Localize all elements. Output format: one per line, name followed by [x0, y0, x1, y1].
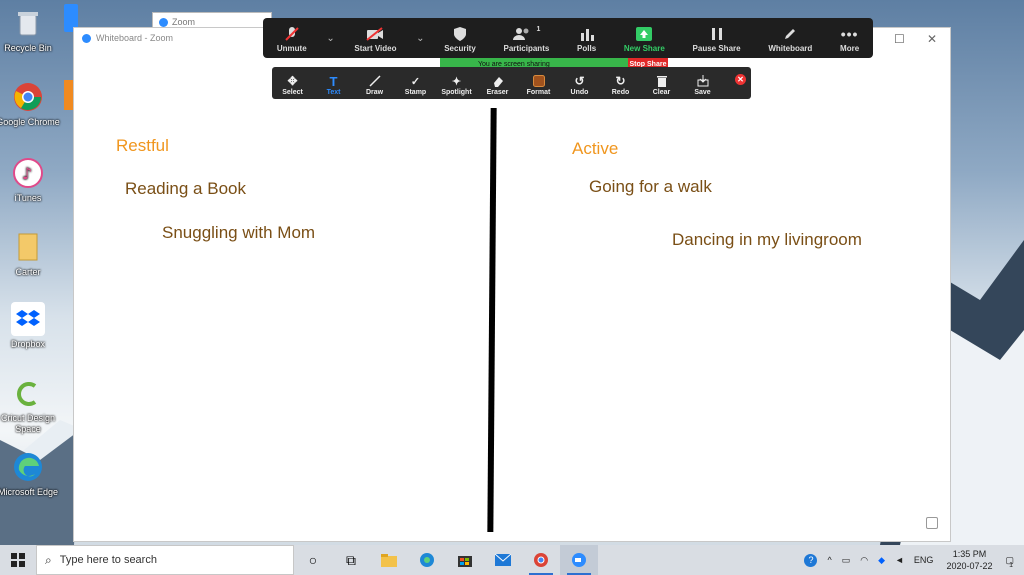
window-title: Whiteboard - Zoom [82, 33, 173, 43]
zoom-icon [159, 17, 168, 27]
zoom-taskbar-icon[interactable] [560, 545, 598, 575]
whiteboard-window[interactable]: Whiteboard - Zoom ☐ ✕ Restful Reading a … [74, 28, 950, 541]
zoom-icon [82, 33, 91, 43]
chevron-down-icon[interactable]: ⌄ [410, 18, 430, 58]
undo-icon: ↺ [574, 74, 585, 88]
stamp-check-icon: ✓ [410, 75, 421, 88]
whiteboard-button[interactable]: Whiteboard [754, 18, 826, 58]
left-heading[interactable]: Restful [116, 136, 169, 156]
undo-tool[interactable]: ↺ Undo [559, 67, 600, 99]
notification-icon[interactable]: ▢ 1 [1005, 555, 1014, 569]
search-icon: ⌕ [45, 552, 52, 567]
taskbar: ⌕ Type here to search ○ ⧉ ? ^ ▭ ◠ ◆ ◄ EN… [0, 545, 1024, 575]
format-tool[interactable]: Format [518, 67, 559, 99]
polls-icon [580, 25, 594, 43]
more-icon: ••• [840, 26, 859, 42]
help-icon[interactable]: ? [804, 553, 818, 567]
select-tool[interactable]: ✥ Select [272, 67, 313, 99]
chevron-up-icon[interactable]: ^ [827, 555, 831, 565]
chrome-taskbar-icon[interactable] [522, 545, 560, 575]
video-off-icon [366, 25, 384, 43]
dropbox-tray-icon[interactable]: ◆ [878, 555, 885, 566]
meeting-toolbar: Unmute ⌄ Start Video ⌄ Security 1 Partic… [263, 18, 873, 58]
polls-button[interactable]: Polls [563, 18, 610, 58]
pause-icon [711, 25, 723, 43]
draw-tool[interactable]: Draw [354, 67, 395, 99]
cortana-icon[interactable]: ○ [294, 545, 332, 575]
eraser-tool[interactable]: Eraser [477, 67, 518, 99]
format-icon [532, 73, 545, 89]
more-button[interactable]: ••• More [826, 18, 873, 58]
folder-icon [11, 230, 45, 264]
left-item-2[interactable]: Snuggling with Mom [162, 223, 315, 243]
clock[interactable]: 1:35 PM 2020-07-22 [946, 548, 992, 572]
eraser-icon [492, 73, 504, 89]
move-icon: ✥ [287, 74, 298, 88]
new-share-button[interactable]: New Share [610, 18, 679, 58]
close-button[interactable]: ✕ [927, 32, 937, 46]
right-item-2[interactable]: Dancing in my livingroom [672, 230, 862, 250]
right-heading[interactable]: Active [572, 139, 618, 159]
maximize-button[interactable]: ☐ [894, 32, 905, 46]
start-video-button[interactable]: Start Video [341, 18, 411, 58]
svg-text:♪: ♪ [22, 164, 32, 183]
shield-icon [453, 25, 467, 43]
desktop-icon-dropbox[interactable]: Dropbox [0, 302, 60, 350]
unmute-button[interactable]: Unmute [263, 18, 321, 58]
clear-tool[interactable]: Clear [641, 67, 682, 99]
participants-button[interactable]: 1 Participants [490, 18, 564, 58]
edge-taskbar-icon[interactable] [408, 545, 446, 575]
pen-icon [783, 25, 797, 43]
divider-line [487, 107, 497, 533]
chevron-down-icon[interactable]: ⌄ [321, 18, 341, 58]
stamp-tool[interactable]: ✓ Stamp [395, 67, 436, 99]
itunes-icon: ♪ [11, 156, 45, 190]
security-button[interactable]: Security [430, 18, 489, 58]
desktop-icon-carter[interactable]: Carter [0, 230, 60, 278]
system-tray: ? ^ ▭ ◠ ◆ ◄ ENG 1:35 PM 2020-07-22 ▢ 1 [799, 545, 1024, 575]
text-tool[interactable]: T Text [313, 67, 354, 99]
left-item-1[interactable]: Reading a Book [125, 179, 246, 199]
redo-tool[interactable]: ↻ Redo [600, 67, 641, 99]
desktop-icon-edge[interactable]: Microsoft Edge [0, 450, 60, 498]
spotlight-icon: ✦ [451, 75, 462, 88]
task-view-icon[interactable]: ⧉ [332, 545, 370, 575]
share-up-icon [636, 25, 653, 43]
expand-icon[interactable] [926, 517, 938, 529]
close-annotation-icon[interactable]: ✕ [735, 74, 746, 85]
annotation-toolbar: ✥ Select T Text Draw ✓ Stamp ✦ Spotlight Era… [272, 67, 751, 99]
dropbox-icon [11, 302, 45, 336]
trash-icon [656, 73, 667, 89]
microphone-muted-icon [284, 25, 300, 43]
recycle-bin-icon [11, 6, 45, 40]
start-button[interactable] [0, 545, 36, 575]
participants-icon: 1 [512, 25, 540, 43]
wifi-icon[interactable]: ◠ [860, 555, 868, 566]
language-indicator[interactable]: ENG [914, 555, 934, 565]
desktop-icon-itunes[interactable]: ♪ iTunes [0, 156, 60, 204]
text-icon: T [329, 73, 338, 89]
right-item-1[interactable]: Going for a walk [589, 177, 712, 197]
store-icon[interactable] [446, 545, 484, 575]
draw-icon [368, 73, 381, 89]
edge-icon [11, 450, 45, 484]
volume-icon[interactable]: ◄ [895, 555, 904, 565]
desktop-icon-cricut[interactable]: Cricut Design Space [0, 376, 60, 435]
windows-icon [11, 553, 25, 567]
pause-share-button[interactable]: Pause Share [679, 18, 755, 58]
save-tool[interactable]: Save [682, 67, 723, 99]
battery-icon[interactable]: ▭ [842, 555, 851, 566]
file-explorer-icon[interactable] [370, 545, 408, 575]
mail-icon[interactable] [484, 545, 522, 575]
cricut-icon [11, 376, 45, 410]
desktop-icon-recycle-bin[interactable]: Recycle Bin [0, 6, 60, 54]
spotlight-tool[interactable]: ✦ Spotlight [436, 67, 477, 99]
redo-icon: ↻ [615, 74, 626, 88]
search-box[interactable]: ⌕ Type here to search [36, 545, 294, 575]
chrome-icon [11, 80, 45, 114]
desktop-icon-chrome[interactable]: Google Chrome [0, 80, 60, 128]
save-icon [697, 73, 709, 89]
